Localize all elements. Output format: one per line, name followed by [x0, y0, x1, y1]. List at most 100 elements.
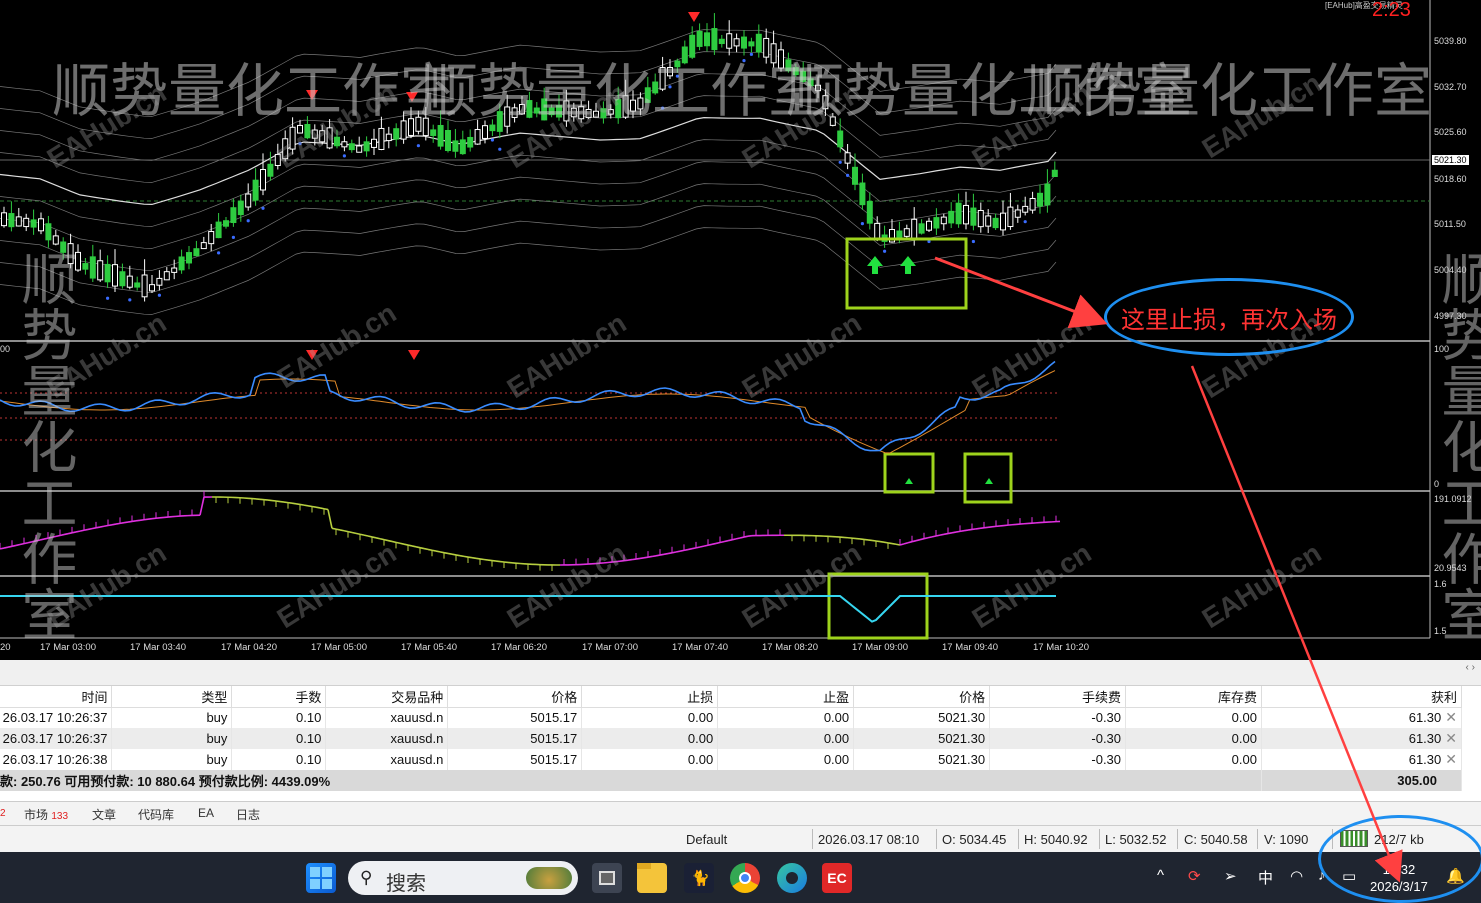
trend-curve-segment: [299, 503, 305, 506]
highlight-box: [827, 572, 929, 640]
candle-body: [593, 110, 599, 118]
trend-curve-segment: [387, 539, 393, 543]
signal-dot: [106, 296, 110, 300]
trend-curve-segment: [475, 557, 481, 560]
close-position-icon[interactable]: ✕: [1441, 730, 1457, 746]
wifi-icon[interactable]: ◠: [1290, 867, 1303, 885]
tray-expand-icon[interactable]: ^: [1157, 867, 1164, 884]
col-header[interactable]: 手数: [231, 686, 327, 708]
trend-curve-segment: [483, 558, 489, 561]
highlight-box: [883, 452, 935, 494]
trend-curve-segment: [695, 546, 701, 549]
windows-start-icon[interactable]: [306, 863, 336, 893]
trend-curve-segment: [119, 521, 125, 525]
col-header[interactable]: 止盈: [717, 686, 855, 708]
task-view-icon[interactable]: [592, 863, 622, 893]
tab-market[interactable]: 市场 133: [24, 806, 68, 823]
indicator3-line: [0, 595, 1056, 623]
close-position-icon[interactable]: ✕: [1441, 751, 1457, 767]
cell-tp[interactable]: 0.00: [717, 707, 855, 728]
edge-icon[interactable]: [777, 863, 807, 893]
cell-sl[interactable]: 0.00: [581, 749, 719, 770]
candle-body: [15, 216, 22, 227]
sell-arrow-icon: [688, 12, 700, 22]
trend-curve-segment: [655, 554, 661, 557]
trend-curve-segment: [391, 540, 397, 544]
file-explorer-icon[interactable]: [637, 863, 667, 893]
trend-curve-segment: [199, 496, 205, 516]
table-row[interactable]: 26.03.17 10:26:38 buy 0.10 xauusd.n 5015…: [0, 749, 1463, 770]
trend-curve-segment: [75, 530, 81, 533]
col-header[interactable]: 交易品种: [325, 686, 449, 708]
candle-body: [297, 124, 303, 134]
status-profile[interactable]: Default: [686, 832, 727, 847]
candle-body: [704, 32, 710, 47]
cell-sl[interactable]: 0.00: [581, 707, 719, 728]
tab-journal[interactable]: 日志: [236, 806, 260, 823]
cell-sl[interactable]: 0.00: [581, 728, 719, 749]
price-tick: 5011.50: [1434, 219, 1466, 229]
candle-body: [260, 169, 266, 191]
cell-tp[interactable]: 0.00: [717, 749, 855, 770]
col-header[interactable]: 获利: [1261, 686, 1463, 708]
cell-tp[interactable]: 0.00: [717, 728, 855, 749]
candle-body: [852, 166, 858, 185]
col-header[interactable]: 止损: [581, 686, 719, 708]
send-icon[interactable]: ➢: [1224, 867, 1237, 885]
tab-label: 市场: [24, 808, 49, 822]
candle-body: [422, 117, 429, 137]
profit-value: 61.30: [1408, 752, 1442, 767]
col-header[interactable]: 价格: [447, 686, 583, 708]
candle-body: [141, 274, 148, 298]
trend-curve-segment: [343, 529, 349, 533]
ime-indicator[interactable]: 中: [1258, 867, 1273, 888]
trend-curve-segment: [19, 542, 25, 546]
cell-commission: -0.30: [989, 707, 1127, 728]
candle-body: [215, 221, 222, 239]
candle-body: [104, 263, 111, 283]
cat-app-icon[interactable]: 🐈: [684, 863, 714, 893]
table-row[interactable]: 26.03.17 10:26:37 buy 0.10 xauusd.n 5015…: [0, 728, 1463, 749]
ec-app-icon[interactable]: EC: [822, 863, 852, 893]
taskbar-search-box[interactable]: ⚲ 搜索: [348, 861, 578, 895]
table-row[interactable]: 26.03.17 10:26:37 buy 0.10 xauusd.n 5015…: [0, 707, 1463, 728]
candle-body: [970, 207, 977, 226]
buy-arrow-icon: [905, 478, 913, 484]
trend-curve-segment: [907, 540, 913, 544]
scroll-arrows-icon[interactable]: ‹ ›: [1466, 662, 1475, 673]
col-header[interactable]: 类型: [111, 686, 233, 708]
trend-curve-segment: [711, 542, 717, 546]
candle-body: [570, 107, 577, 118]
trend-curve-segment: [931, 535, 937, 538]
sync-icon[interactable]: ⟳: [1188, 867, 1201, 885]
summary-row: 款: 250.76 可用预付款: 10 880.64 预付款比例: 4439.0…: [0, 770, 1463, 791]
col-header[interactable]: 价格: [853, 686, 991, 708]
tab-codebase[interactable]: 代码库: [138, 806, 174, 823]
chart-area[interactable]: [EAHub]高盈交易精灵 2:23 5039.80 5032.70 5025.…: [0, 0, 1481, 660]
time-tick: 17 Mar 07:40: [672, 642, 728, 653]
trend-curve-segment: [311, 505, 317, 509]
candle-body: [38, 218, 44, 232]
chrome-icon[interactable]: [730, 863, 760, 893]
trend-curve-segment: [375, 537, 381, 540]
tab-articles[interactable]: 文章: [92, 806, 116, 823]
candle-body: [378, 127, 385, 150]
sell-arrow-icon: [406, 92, 418, 102]
col-header[interactable]: 库存费: [1125, 686, 1262, 708]
signal-dot: [231, 235, 235, 240]
candle-body: [1037, 192, 1043, 207]
trend-curve-segment: [887, 542, 893, 545]
candle-body: [948, 210, 955, 224]
signal-dot: [668, 85, 672, 89]
tab-ea[interactable]: EA: [198, 806, 214, 820]
trend-curve-segment: [443, 551, 449, 555]
candle-body: [1029, 197, 1036, 211]
col-header[interactable]: 时间: [0, 686, 113, 708]
close-position-icon[interactable]: ✕: [1441, 709, 1457, 725]
profit-value: 61.30: [1408, 710, 1442, 726]
col-header[interactable]: 手续费: [989, 686, 1127, 708]
cell-symbol: xauusd.n: [325, 728, 449, 749]
trend-curve-segment: [275, 500, 281, 503]
trend-curve-segment: [459, 554, 465, 558]
trend-curve-segment: [115, 522, 121, 525]
